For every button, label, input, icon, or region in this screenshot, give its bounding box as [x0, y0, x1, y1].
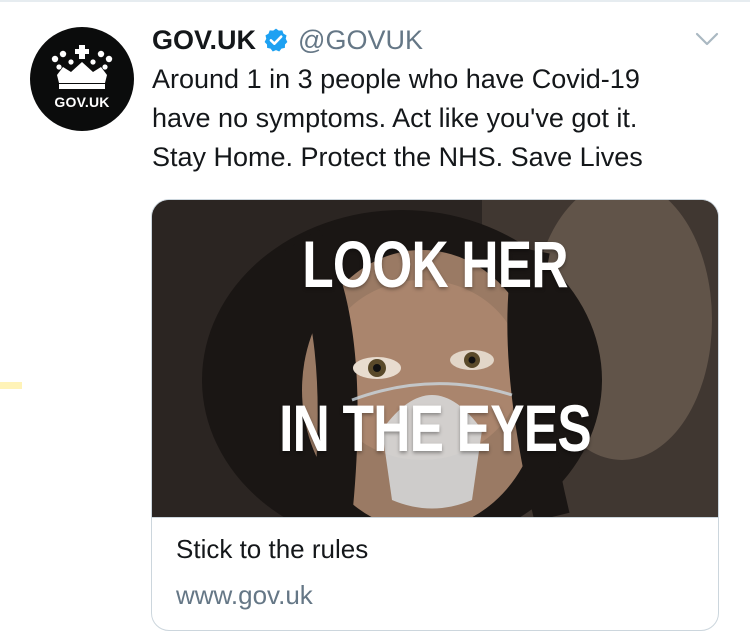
verified-badge-icon	[264, 28, 288, 52]
avatar[interactable]: GOV.UK	[30, 27, 134, 131]
card-title[interactable]: Stick to the rules	[176, 534, 368, 565]
card-body[interactable]: Stick to the rules www.gov.uk	[152, 517, 718, 610]
display-name[interactable]: GOV.UK	[152, 25, 256, 56]
tweet-header: GOV.UK @GOVUK	[152, 22, 423, 58]
handle[interactable]: @GOVUK	[298, 25, 423, 56]
tweet-text-line: have no symptoms. Act like you've got it…	[152, 103, 638, 133]
avatar-label: GOV.UK	[54, 94, 110, 110]
card-url[interactable]: www.gov.uk	[176, 580, 313, 611]
tweet-text: Around 1 in 3 people who have Covid-19 h…	[152, 60, 732, 177]
card-image-headline-top: LOOK HER	[302, 227, 568, 301]
tweet-text-line: Stay Home. Protect the NHS. Save Lives	[152, 142, 643, 172]
chevron-down-icon[interactable]	[694, 30, 720, 48]
side-highlight-mark	[0, 382, 22, 389]
top-divider	[0, 0, 750, 2]
tweet-text-line: Around 1 in 3 people who have Covid-19	[152, 64, 640, 94]
card-image-headline-bottom: IN THE EYES	[279, 391, 592, 465]
link-card[interactable]: LOOK HER IN THE EYES Stick to the rules …	[151, 199, 719, 631]
card-image[interactable]: LOOK HER IN THE EYES	[152, 200, 718, 517]
crown-icon	[51, 45, 113, 89]
